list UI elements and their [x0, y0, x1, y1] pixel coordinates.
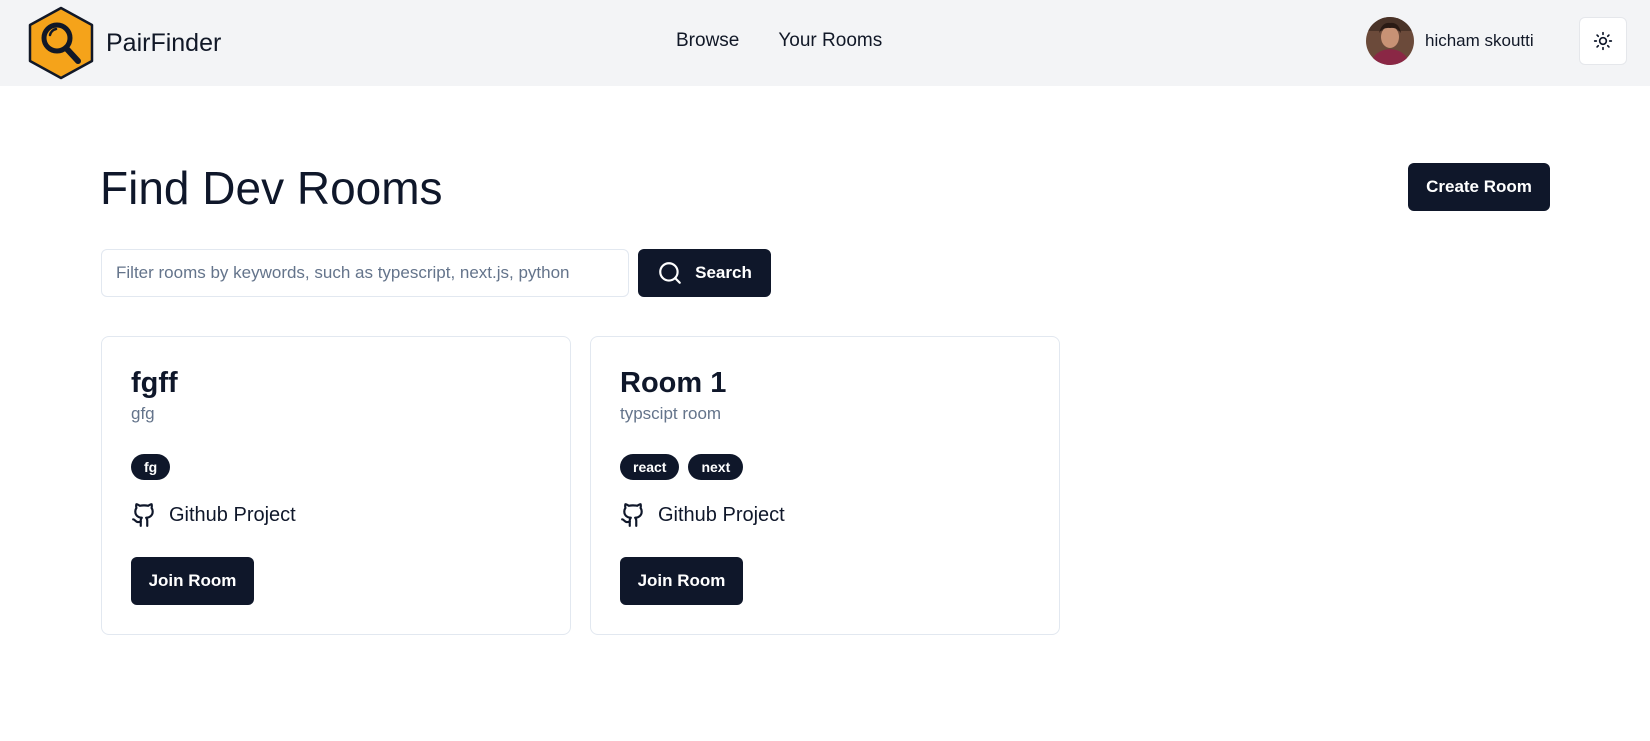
top-navbar: PairFinder Browse Your Rooms hicham skou…: [0, 0, 1650, 86]
room-title: Room 1: [620, 367, 727, 399]
github-icon: [621, 503, 643, 527]
theme-toggle-button[interactable]: [1579, 17, 1627, 65]
create-room-button[interactable]: Create Room: [1408, 163, 1550, 211]
user-menu[interactable]: hicham skoutti: [1366, 17, 1534, 65]
room-card: Room 1 typscipt room react next Github P…: [590, 336, 1060, 635]
search-button[interactable]: Search: [638, 249, 771, 297]
room-tags: fg: [131, 454, 179, 480]
github-project-row: Github Project: [131, 501, 296, 529]
user-name: hicham skoutti: [1425, 31, 1534, 50]
nav-browse-link[interactable]: Browse: [676, 30, 739, 52]
room-card: fgff gfg fg Github Project Join Room: [101, 336, 571, 635]
main-nav: Browse Your Rooms: [676, 0, 921, 82]
brand-name: PairFinder: [106, 28, 222, 57]
search-button-label: Search: [695, 263, 752, 282]
join-room-button[interactable]: Join Room: [620, 557, 743, 605]
github-project-link[interactable]: Github Project: [169, 504, 296, 527]
nav-your-rooms-link[interactable]: Your Rooms: [778, 30, 882, 52]
search-input[interactable]: [101, 249, 629, 297]
sun-icon: [1593, 31, 1613, 51]
tag-badge[interactable]: next: [688, 454, 744, 480]
github-project-link[interactable]: Github Project: [658, 504, 785, 527]
page-title: Find Dev Rooms: [100, 162, 443, 214]
tag-badge[interactable]: react: [620, 454, 680, 480]
room-description: gfg: [131, 404, 155, 423]
room-title: fgff: [131, 367, 178, 399]
github-icon: [132, 503, 154, 527]
user-avatar: [1366, 17, 1414, 65]
magnifier-hexagon-logo-icon: [28, 6, 94, 80]
github-project-row: Github Project: [620, 501, 785, 529]
room-description: typscipt room: [620, 404, 722, 423]
search-icon: [659, 262, 681, 284]
room-tags: react next: [620, 454, 752, 480]
join-room-button[interactable]: Join Room: [131, 557, 254, 605]
home-logo-link[interactable]: PairFinder: [26, 4, 221, 82]
tag-badge[interactable]: fg: [131, 454, 171, 480]
